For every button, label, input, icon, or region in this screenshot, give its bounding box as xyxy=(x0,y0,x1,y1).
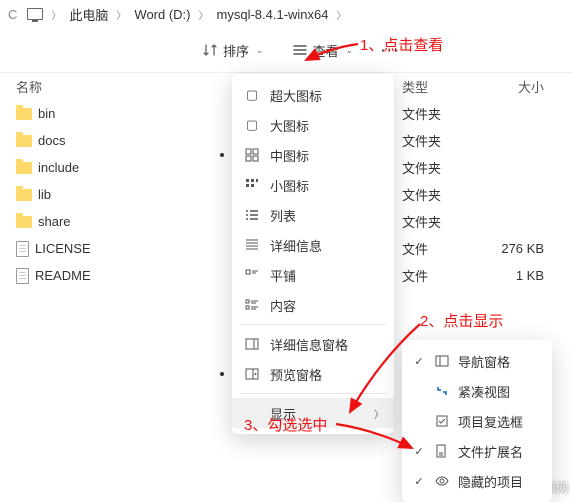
file-name: docs xyxy=(38,133,65,148)
chevron-right-icon: 〉 xyxy=(335,7,349,22)
l-icons-icon: ▢ xyxy=(244,117,260,133)
file-name: LICENSE xyxy=(35,241,91,256)
reload-hint: C xyxy=(4,5,21,24)
check-icon: ✓ xyxy=(412,355,426,368)
file-type: 文件夹 xyxy=(402,158,482,177)
view-details-pane[interactable]: 详细信息窗格 xyxy=(232,329,394,359)
sort-label: 排序 xyxy=(223,41,249,60)
file-type: 文件夹 xyxy=(402,104,482,123)
file-name: README xyxy=(35,268,91,283)
file-name: bin xyxy=(38,106,55,121)
annotation-1: 1、点击查看 xyxy=(360,34,443,55)
view-s-icons[interactable]: 小图标 xyxy=(232,170,394,200)
column-name[interactable]: 名称 xyxy=(0,77,190,96)
file-type: 文件夹 xyxy=(402,212,482,231)
show-nav-pane[interactable]: ✓导航窗格 xyxy=(402,346,552,376)
view-label: 查看 xyxy=(313,41,339,60)
sort-icon xyxy=(202,42,218,58)
toolbar: 排序 ⌄ 查看 ⌄ ··· xyxy=(0,28,572,72)
view-content[interactable]: 内容 xyxy=(232,290,394,320)
view-details[interactable]: 详细信息 xyxy=(232,230,394,260)
file-size: 1 KB xyxy=(482,268,572,283)
chevron-right-icon: 〉 xyxy=(374,406,384,421)
selected-dot-icon xyxy=(220,372,224,376)
xl-icons-icon: ▢ xyxy=(244,87,260,103)
folder-icon xyxy=(16,135,32,147)
content-icon xyxy=(244,297,260,313)
view-tiles[interactable]: 平铺 xyxy=(232,260,394,290)
view-l-icons[interactable]: ▢大图标 xyxy=(232,110,394,140)
hidden-icon xyxy=(434,473,450,489)
breadcrumb-item-pc[interactable]: 此电脑 xyxy=(65,3,112,26)
file-type: 文件 xyxy=(402,266,482,285)
view-preview-pane[interactable]: 预览窗格 xyxy=(232,359,394,389)
folder-icon xyxy=(16,189,32,201)
column-size[interactable]: 大小 xyxy=(482,77,572,96)
chevron-down-icon: ⌄ xyxy=(346,45,354,56)
compact-icon xyxy=(434,383,450,399)
selected-dot-icon xyxy=(220,153,224,157)
folder-icon xyxy=(16,162,32,174)
checkbox-icon xyxy=(434,413,450,429)
document-icon xyxy=(16,268,29,284)
file-type: 文件夹 xyxy=(402,185,482,204)
chevron-right-icon: 〉 xyxy=(49,7,63,22)
nav-pane-icon xyxy=(434,353,450,369)
details-icon xyxy=(244,237,260,253)
file-name: share xyxy=(38,214,71,229)
file-name: lib xyxy=(38,187,51,202)
show-checkboxes[interactable]: 项目复选框 xyxy=(402,406,552,436)
menu-separator xyxy=(240,393,386,394)
show-submenu: ✓导航窗格 紧凑视图 项目复选框 ✓文件扩展名 ✓隐藏的项目 xyxy=(402,340,552,502)
breadcrumb-item-folder[interactable]: mysql-8.4.1-winx64 xyxy=(213,5,333,24)
sort-button[interactable]: 排序 ⌄ xyxy=(202,41,264,60)
pc-icon[interactable] xyxy=(23,6,47,22)
file-size: 276 KB xyxy=(482,241,572,256)
view-xl-icons[interactable]: ▢超大图标 xyxy=(232,80,394,110)
view-button[interactable]: 查看 ⌄ xyxy=(292,41,354,60)
show-hidden[interactable]: ✓隐藏的项目 xyxy=(402,466,552,496)
file-type: 文件 xyxy=(402,239,482,258)
file-name: include xyxy=(38,160,79,175)
show-compact[interactable]: 紧凑视图 xyxy=(402,376,552,406)
folder-icon xyxy=(16,108,32,120)
check-icon: ✓ xyxy=(412,475,426,488)
s-icons-icon xyxy=(244,177,260,193)
chevron-down-icon: ⌄ xyxy=(256,45,264,56)
file-type: 文件夹 xyxy=(402,131,482,150)
extensions-icon xyxy=(434,443,450,459)
folder-icon xyxy=(16,216,32,228)
list-icon xyxy=(244,207,260,223)
view-menu: ▢超大图标 ▢大图标 中图标 小图标 列表 详细信息 平铺 内容 详细信息窗格 … xyxy=(232,74,394,434)
tiles-icon xyxy=(244,267,260,283)
annotation-2: 2、点击显示 xyxy=(420,310,503,331)
check-icon: ✓ xyxy=(412,445,426,458)
document-icon xyxy=(16,241,29,257)
view-m-icons[interactable]: 中图标 xyxy=(232,140,394,170)
annotation-3: 3、勾选选中 xyxy=(244,414,327,435)
breadcrumb-item-drive[interactable]: Word (D:) xyxy=(130,5,194,24)
show-extensions[interactable]: ✓文件扩展名 xyxy=(402,436,552,466)
menu-separator xyxy=(240,324,386,325)
breadcrumb: C 〉 此电脑 〉 Word (D:) 〉 mysql-8.4.1-winx64… xyxy=(0,0,572,28)
m-icons-icon xyxy=(244,147,260,163)
preview-pane-icon xyxy=(244,366,260,382)
view-list[interactable]: 列表 xyxy=(232,200,394,230)
chevron-right-icon: 〉 xyxy=(114,7,128,22)
details-pane-icon xyxy=(244,336,260,352)
column-type[interactable]: 类型 xyxy=(402,77,482,96)
chevron-right-icon: 〉 xyxy=(197,7,211,22)
view-icon xyxy=(292,42,308,58)
